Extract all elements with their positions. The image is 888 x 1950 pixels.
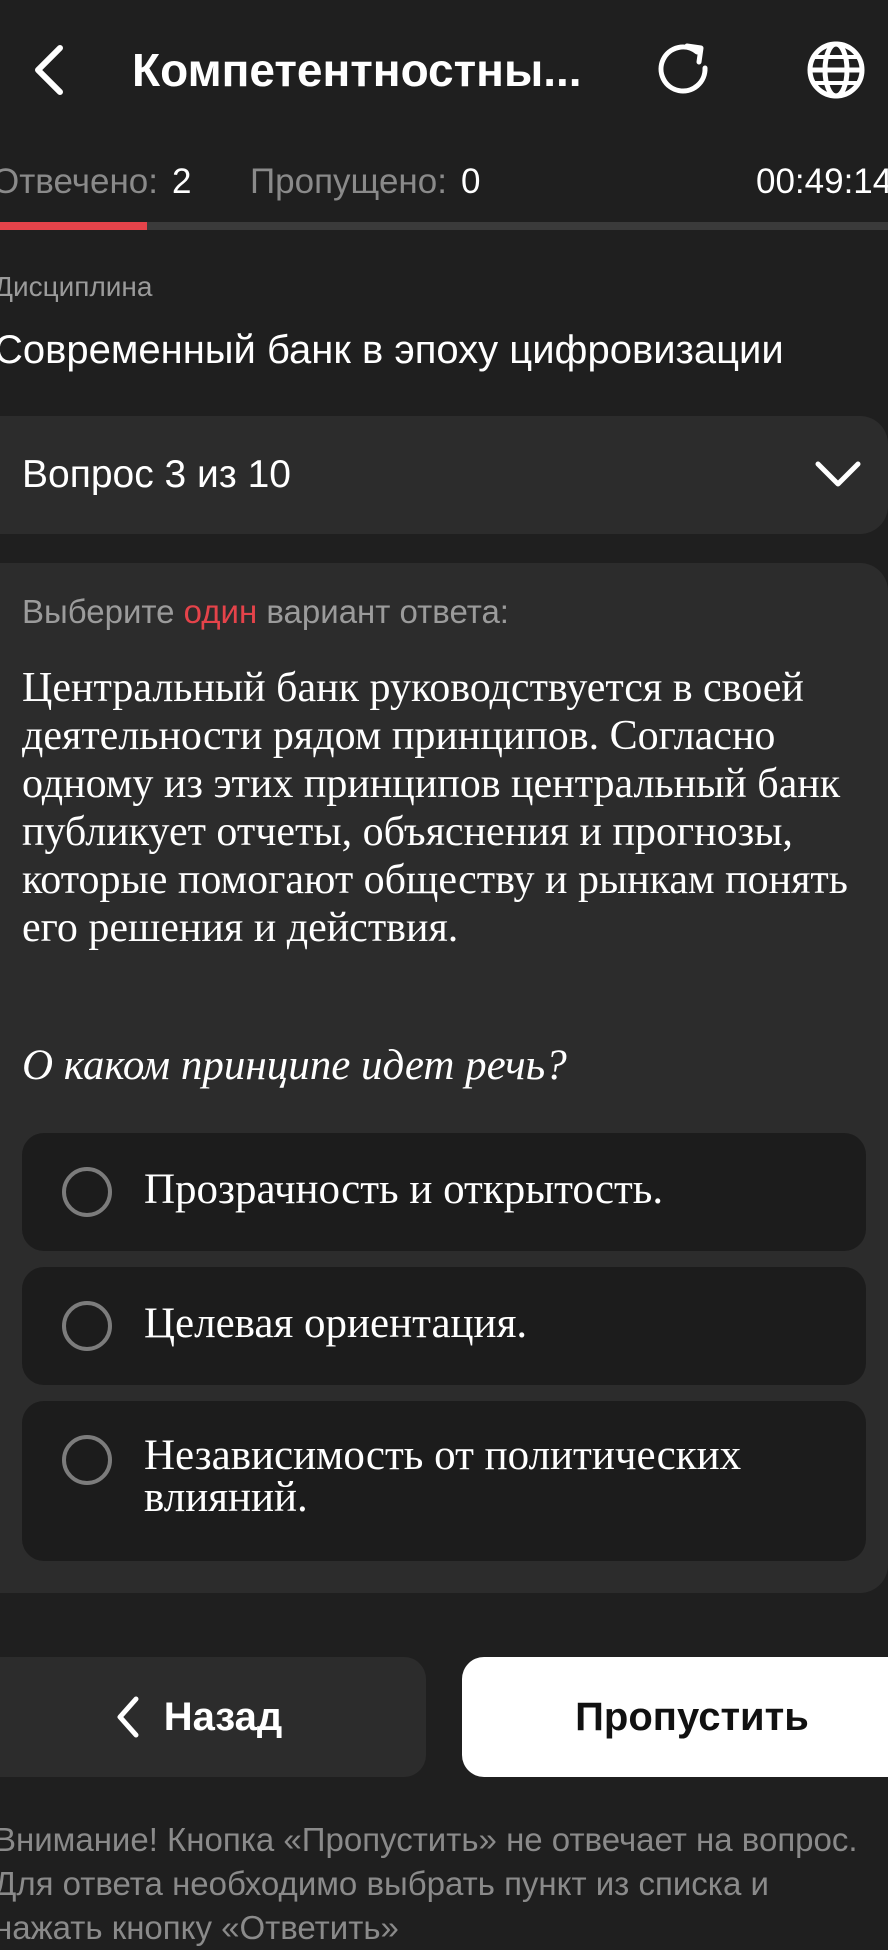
- refresh-button[interactable]: [650, 30, 720, 110]
- timer: 00:49:14: [756, 162, 888, 201]
- skip-notice: Внимание! Кнопка «Пропустить» не отвечае…: [0, 1821, 858, 1946]
- answer-option-1[interactable]: Прозрачность и открытость.: [22, 1133, 866, 1251]
- back-nav-button[interactable]: [20, 30, 80, 110]
- refresh-icon: [658, 43, 708, 94]
- instruction-highlight: один: [183, 593, 258, 630]
- question-selector-label: Вопрос 3 из 10: [22, 453, 291, 496]
- skipped-label: Пропущено:: [250, 162, 447, 201]
- back-button-label: Назад: [163, 1694, 283, 1739]
- chevron-down-icon: [815, 461, 861, 487]
- radio-icon[interactable]: [62, 1167, 112, 1217]
- answered-label: Отвечено:: [0, 162, 158, 201]
- answered-value: 2: [171, 162, 192, 201]
- language-button[interactable]: [796, 30, 876, 110]
- question-prompt: О каком принципе идет речь?: [22, 1042, 567, 1089]
- question-text: Центральный банк руководствуется в своей…: [22, 665, 848, 951]
- globe-icon: [807, 41, 865, 99]
- skipped-value: 0: [460, 162, 481, 201]
- chevron-left-icon: [35, 45, 63, 95]
- radio-icon[interactable]: [62, 1301, 112, 1351]
- page-title: Компетентностны...: [132, 44, 582, 96]
- instruction-prefix: Выберите: [22, 593, 175, 630]
- answer-option-label: Независимость от политических влияний.: [144, 1432, 742, 1521]
- discipline-name: Современный банк в эпоху цифровизации: [0, 328, 784, 372]
- answer-instruction: Выберите один вариант ответа:: [22, 590, 509, 634]
- answer-option-2[interactable]: Целевая ориентация.: [22, 1267, 866, 1385]
- question-selector-toggle[interactable]: [810, 450, 866, 500]
- discipline-label: Дисциплина: [0, 271, 153, 302]
- answered-stat: Отвечено: 2: [0, 160, 191, 204]
- skip-button-label: Пропустить: [575, 1694, 809, 1739]
- answer-option-label: Целевая ориентация.: [144, 1300, 528, 1347]
- answer-option-3[interactable]: Независимость от политических влияний.: [22, 1401, 866, 1561]
- chevron-left-icon: [117, 1696, 139, 1738]
- skip-button[interactable]: Пропустить: [462, 1657, 888, 1777]
- back-button[interactable]: Назад: [0, 1657, 426, 1777]
- skipped-stat: Пропущено: 0: [250, 160, 480, 204]
- progress-fill: [0, 222, 148, 230]
- instruction-suffix: вариант ответа:: [266, 593, 509, 630]
- radio-icon[interactable]: [62, 1435, 112, 1485]
- answer-option-label: Прозрачность и открытость.: [144, 1166, 664, 1213]
